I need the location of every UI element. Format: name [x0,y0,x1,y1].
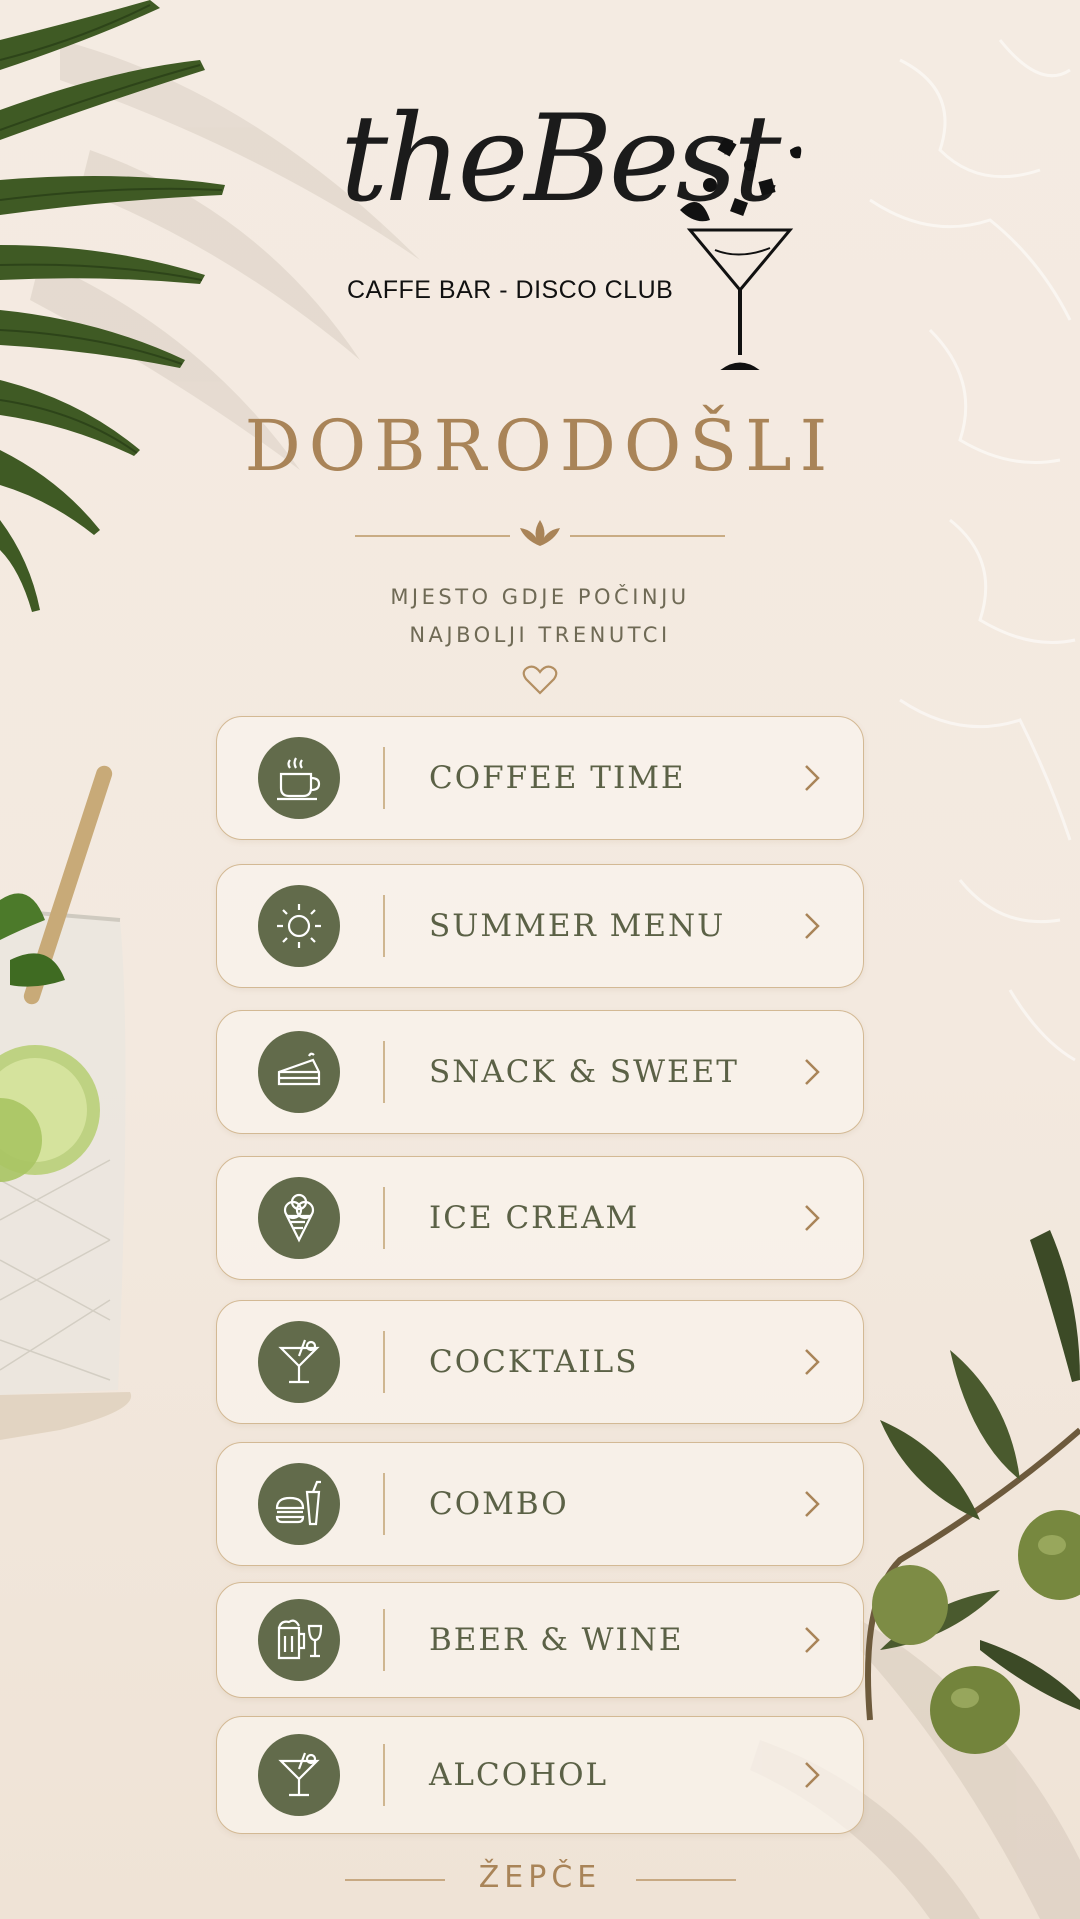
tagline-line-2: NAJBOLJI TRENUTCI [409,623,671,647]
separator [383,1473,385,1535]
chevron-right-icon [805,1059,820,1085]
divider-leaf-ornament [355,520,725,546]
sun-icon [258,885,340,967]
cocktail-icon [258,1734,340,1816]
footer: ŽEPČE [0,1860,1080,1900]
footer-location: ŽEPČE [478,1860,602,1895]
menu-item-coffee-time[interactable]: COFFEE TIME [216,716,864,840]
menu-item-summer-menu[interactable]: SUMMER MENU [216,864,864,988]
chevron-right-icon [805,1627,820,1653]
separator [383,1609,385,1671]
menu-item-label: ALCOHOL [429,1757,609,1793]
ice-cream-icon [258,1177,340,1259]
chevron-right-icon [805,913,820,939]
separator [383,1187,385,1249]
separator [383,1331,385,1393]
brand-logo: theBest CAFFE BAR - DISCO CLUB [330,100,802,370]
menu-item-snack-sweet[interactable]: SNACK & SWEET [216,1010,864,1134]
cocktail-icon [258,1321,340,1403]
brand-subtitle: CAFFE BAR - DISCO CLUB [347,276,674,304]
beer-wine-icon [258,1599,340,1681]
chevron-right-icon [805,1205,820,1231]
welcome-heading: DOBRODOŠLI [244,405,836,487]
menu-item-ice-cream[interactable]: ICE CREAM [216,1156,864,1280]
separator [383,895,385,957]
menu-item-label: SUMMER MENU [429,908,726,944]
menu-item-cocktails[interactable]: COCKTAILS [216,1300,864,1424]
menu-item-label: COFFEE TIME [429,760,686,796]
tagline-line-1: MJESTO GDJE POČINJU [390,585,690,609]
separator [383,1744,385,1806]
menu-item-label: COCKTAILS [429,1344,639,1380]
burger-drink-icon [258,1463,340,1545]
menu-item-label: BEER & WINE [429,1622,684,1658]
separator [383,747,385,809]
menu-item-label: SNACK & SWEET [429,1054,739,1090]
tagline: MJESTO GDJE POČINJU NAJBOLJI TRENUTCI [0,578,1080,654]
menu-item-combo[interactable]: COMBO [216,1442,864,1566]
cake-slice-icon [258,1031,340,1113]
menu-item-label: COMBO [429,1486,569,1522]
menu-item-beer-wine[interactable]: BEER & WINE [216,1582,864,1698]
menu-item-label: ICE CREAM [429,1200,640,1236]
coffee-cup-icon [258,737,340,819]
martini-glass-icon [680,137,802,370]
chevron-right-icon [805,1762,820,1788]
chevron-right-icon [805,765,820,791]
chevron-right-icon [805,1491,820,1517]
heart-icon [522,665,558,695]
menu-item-alcohol[interactable]: ALCOHOL [216,1716,864,1834]
separator [383,1041,385,1103]
chevron-right-icon [805,1349,820,1375]
